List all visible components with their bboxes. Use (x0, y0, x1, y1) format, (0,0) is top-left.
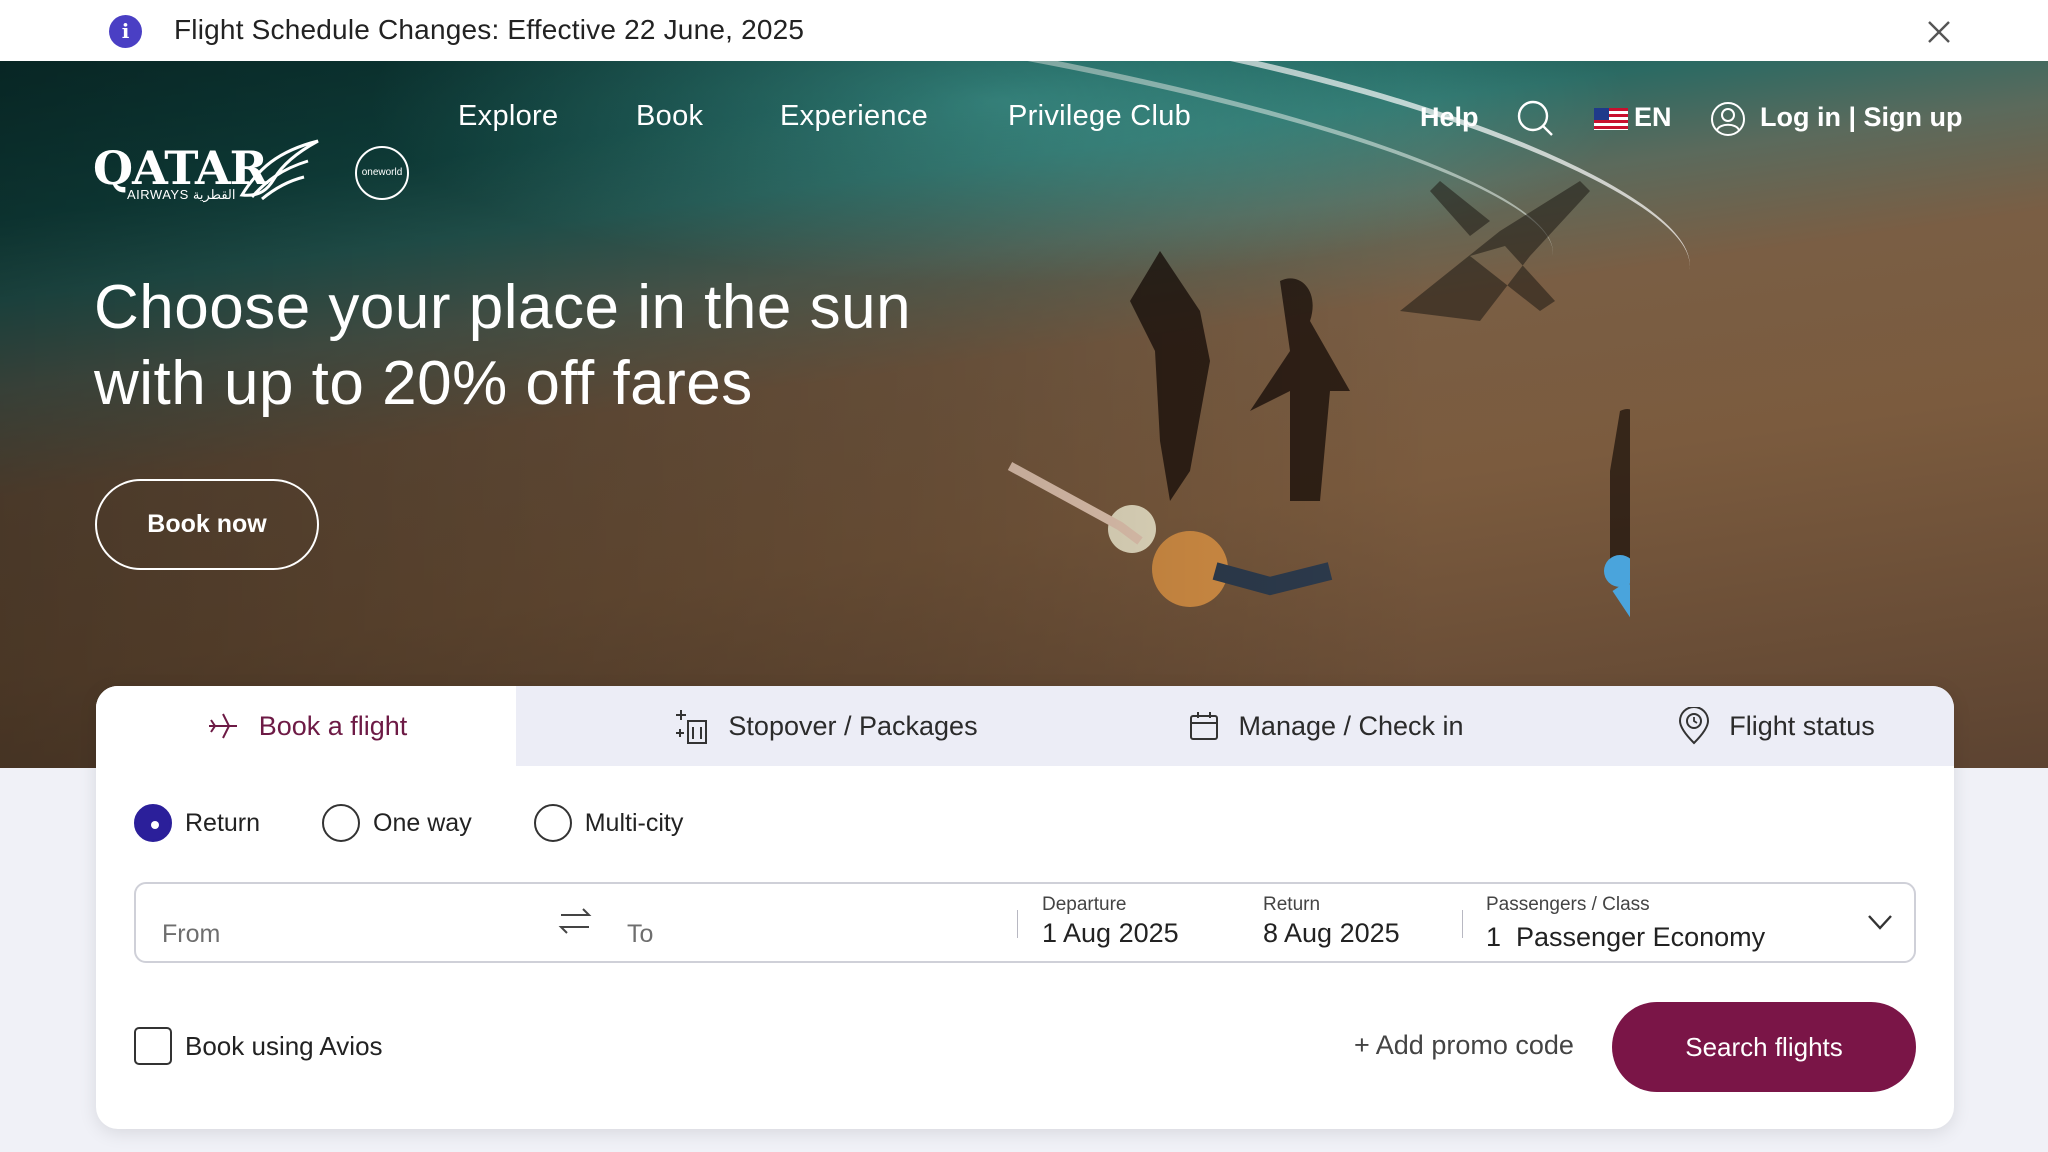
from-field[interactable]: From (162, 920, 220, 949)
booking-tabs: Book a flight Stopover / Packages Manage… (96, 686, 1954, 766)
search-flights-button[interactable]: Search flights (1612, 1002, 1916, 1092)
location-pin-icon (1679, 707, 1710, 745)
calendar-icon (1190, 712, 1219, 740)
swap-icon[interactable] (558, 904, 592, 938)
departure-date[interactable]: 1 Aug 2025 (1042, 918, 1179, 949)
tab-manage-check-in[interactable]: Manage / Check in (1126, 686, 1526, 766)
info-icon: i (109, 15, 142, 48)
field-divider (1017, 910, 1018, 938)
nav-privilege-club[interactable]: Privilege Club (1008, 100, 1191, 133)
departure-label: Departure (1042, 894, 1127, 915)
trip-type-group: Return One way Multi-city (134, 804, 745, 842)
nav-book[interactable]: Book (636, 100, 703, 133)
oryx-logo-icon (239, 139, 319, 201)
login-signup-link[interactable]: Log in | Sign up (1760, 102, 1963, 133)
checkbox-icon[interactable] (134, 1027, 172, 1065)
plane-shadow (1400, 181, 1590, 321)
hero-headline: Choose your place in the sun with up to … (94, 273, 912, 418)
tab-stopover-packages[interactable]: Stopover / Packages (616, 686, 1036, 766)
qatar-airways-logo[interactable]: QATAR AIRWAYS القطرية (93, 139, 319, 203)
radio-unselected-icon[interactable] (322, 804, 361, 842)
user-icon[interactable] (1710, 101, 1746, 137)
tab-flight-status[interactable]: Flight status (1626, 686, 1926, 766)
radio-unselected-icon[interactable] (533, 804, 572, 842)
radio-selected-icon[interactable] (134, 804, 172, 842)
us-flag-icon[interactable] (1594, 108, 1628, 130)
to-field[interactable]: To (627, 920, 653, 949)
avios-checkbox[interactable]: Book using Avios (134, 1027, 383, 1065)
return-label: Return (1263, 894, 1321, 915)
radio-multi-city[interactable]: Multi-city (533, 804, 683, 842)
radio-return[interactable]: Return (134, 804, 260, 842)
radio-one-way[interactable]: One way (322, 804, 472, 842)
notice-text[interactable]: Flight Schedule Changes: Effective 22 Ju… (174, 14, 804, 46)
book-now-button[interactable]: Book now (95, 479, 319, 570)
close-icon[interactable] (1923, 16, 1955, 48)
plane-icon (208, 713, 237, 739)
flight-search-fields: From To Departure 1 Aug 2025 Return 8 Au… (134, 882, 1916, 963)
field-divider (1462, 910, 1463, 938)
hotel-luggage-icon (676, 710, 708, 744)
nav-explore[interactable]: Explore (458, 100, 558, 133)
search-icon[interactable] (1516, 99, 1554, 137)
language-selector[interactable]: EN (1634, 102, 1672, 133)
passengers-label: Passengers / Class (1486, 894, 1650, 915)
help-link[interactable]: Help (1420, 102, 1479, 133)
chevron-down-icon[interactable] (1864, 906, 1896, 938)
tab-book-a-flight[interactable]: Book a flight (96, 686, 516, 766)
passengers-class-select[interactable]: 1 Passenger Economy (1486, 922, 1765, 953)
notice-bar: i Flight Schedule Changes: Effective 22 … (0, 0, 2048, 61)
booking-widget: Book a flight Stopover / Packages Manage… (96, 686, 1954, 1129)
add-promo-code-link[interactable]: + Add promo code (1354, 1030, 1574, 1061)
nav-experience[interactable]: Experience (780, 100, 928, 133)
oneworld-logo[interactable]: oneworld (355, 146, 409, 200)
return-date[interactable]: 8 Aug 2025 (1263, 918, 1400, 949)
beach-people (1007, 251, 1630, 618)
